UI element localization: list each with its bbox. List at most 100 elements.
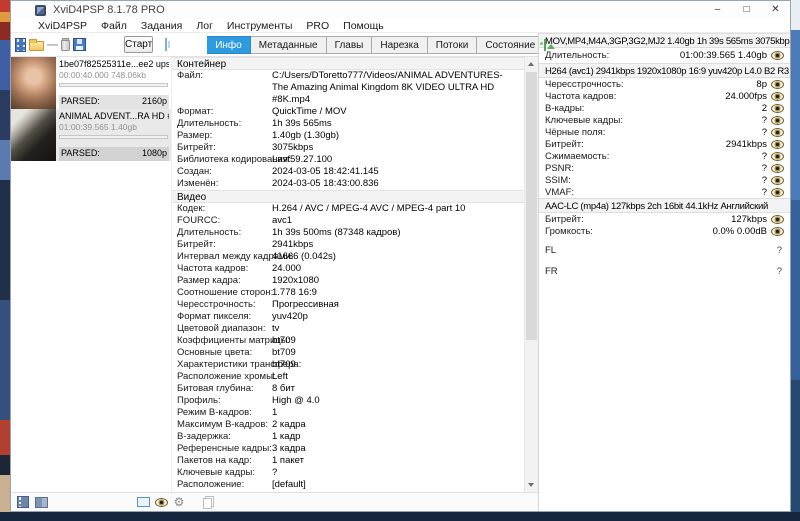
eye-icon[interactable]	[771, 103, 784, 113]
floppy-save-icon	[73, 38, 86, 51]
copy-info-button[interactable]	[199, 494, 215, 510]
menu-item[interactable]: Лог	[189, 19, 220, 33]
progress-bar	[59, 83, 168, 87]
file-list-item[interactable]: 1be07f82525311e...ee2 upscaled.jpg 00:00…	[11, 57, 171, 109]
start-button[interactable]: Старт	[124, 36, 154, 53]
output-video-header: H264 (avc1) 2941kbps 1920x1080p 16:9 yuv…	[539, 63, 790, 78]
settings-button[interactable]: ⚙	[171, 494, 187, 510]
info-label: Размер:	[177, 130, 213, 141]
scroll-down-button[interactable]	[525, 478, 538, 492]
minus-icon: —	[47, 38, 58, 51]
eye-icon[interactable]	[771, 127, 784, 137]
film-copy-button[interactable]	[33, 494, 49, 510]
minimize-button[interactable]: –	[703, 1, 732, 19]
section-header-container: Контейнер	[172, 57, 524, 70]
info-row: Цветовой диапазон: tv	[172, 323, 524, 335]
remove-item-button[interactable]: —	[47, 36, 58, 54]
output-row: Битрейт: 127kbps	[539, 213, 790, 225]
info-label: Изменён:	[177, 178, 219, 189]
output-audio-rows: Битрейт: 127kbps Громкость: 0.0% 0.00dB	[539, 213, 790, 237]
output-panel: MOV,MP4,M4A,3GP,3G2,MJ2 1.40gb 1h 39s 56…	[538, 33, 790, 511]
menu-item[interactable]: Помощь	[336, 19, 391, 33]
info-value: 1 кадр	[272, 431, 301, 442]
info-label: Битрейт:	[177, 239, 216, 250]
info-row: Расположение хромы: Left	[172, 371, 524, 383]
eye-icon[interactable]	[771, 91, 784, 101]
preview-window-button[interactable]	[165, 38, 171, 51]
tab[interactable]: Нарезка	[372, 35, 428, 54]
info-label: Битовая глубина:	[177, 383, 254, 394]
tab[interactable]: Инфо	[207, 35, 251, 54]
output-label: Громкость:	[545, 225, 593, 237]
eye-icon[interactable]	[771, 214, 784, 224]
output-row: PSNR: ?	[539, 162, 790, 174]
tab[interactable]: Состояние	[477, 35, 545, 54]
output-row: VMAF: ?	[539, 186, 790, 198]
info-row: Коэффициенты матрицы: bt709	[172, 335, 524, 347]
file-list-item-selected[interactable]: ANIMAL ADVENT...RA HD #8K.mp4 01:00:39.5…	[11, 109, 171, 161]
menu-item[interactable]: PRO	[299, 19, 336, 33]
eye-icon[interactable]	[771, 151, 784, 161]
info-value: C:/Users/DToretto777/Videos/ANIMAL ADVEN…	[272, 70, 503, 105]
info-row: Ключевые кадры: ?	[172, 467, 524, 479]
close-button[interactable]: ✕	[761, 1, 790, 19]
info-value: 1920x1080	[272, 275, 320, 286]
info-label: Расположение хромы:	[177, 371, 276, 382]
app-icon	[35, 4, 46, 16]
tab[interactable]: Потоки	[427, 35, 478, 54]
eye-icon[interactable]	[771, 163, 784, 173]
file-meta: 00:00:40.000 748.06kb	[59, 70, 146, 80]
info-value: 1 пакет	[272, 455, 304, 466]
output-value: 2	[761, 102, 767, 114]
film-copy-icon	[34, 496, 48, 508]
eye-icon[interactable]	[771, 175, 784, 185]
eye-icon[interactable]	[771, 51, 784, 60]
output-row: B-кадры: 2	[539, 102, 790, 114]
progress-bar	[59, 135, 168, 139]
info-row: Файл: C:/Users/DToretto777/Videos/ANIMAL…	[172, 70, 524, 106]
menu-item[interactable]: Инструменты	[220, 19, 299, 33]
tab[interactable]: Метаданные	[250, 35, 327, 54]
info-row: Битрейт: 3075kbps	[172, 142, 524, 154]
arrow-down-icon	[528, 483, 534, 487]
scrollbar-thumb[interactable]	[526, 72, 537, 340]
trash-icon	[61, 38, 70, 51]
info-label: Коэффициенты матрицы:	[177, 335, 291, 346]
eye-icon[interactable]	[771, 79, 784, 89]
vertical-scrollbar[interactable]	[524, 57, 538, 492]
save-button[interactable]	[73, 36, 86, 54]
info-row: Расположение: [default]	[172, 479, 524, 491]
add-video-button[interactable]	[15, 36, 26, 54]
eye-icon[interactable]	[771, 226, 784, 236]
info-row: Референсные кадры: 3 кадра	[172, 443, 524, 455]
menu-item[interactable]: XviD4PSP	[31, 19, 94, 33]
info-value: 1	[272, 407, 278, 418]
output-row: Ключевые кадры: ?	[539, 114, 790, 126]
info-label: Чересстрочность:	[177, 299, 256, 310]
tab[interactable]: Главы	[326, 35, 373, 54]
info-label: Основные цвета:	[177, 347, 253, 358]
visibility-button[interactable]	[153, 494, 169, 510]
info-row: Битовая глубина: 8 бит	[172, 383, 524, 395]
screenshot-button[interactable]	[540, 38, 556, 51]
eye-icon[interactable]	[771, 139, 784, 149]
open-file-button[interactable]	[29, 36, 44, 54]
desktop-background-left	[0, 0, 10, 512]
eye-icon[interactable]	[771, 187, 784, 197]
eye-icon[interactable]	[771, 115, 784, 125]
scroll-up-button[interactable]	[525, 57, 538, 71]
film-strip-button[interactable]	[15, 494, 31, 510]
parse-status-row: PARSED: 1080p	[59, 147, 169, 161]
menu-item[interactable]: Задания	[134, 19, 190, 33]
delete-button[interactable]	[61, 36, 70, 54]
info-label: Формат пикселя:	[177, 311, 252, 322]
preview-monitor-button[interactable]	[135, 494, 151, 510]
info-row: Чересстрочность: Прогрессивная	[172, 299, 524, 311]
info-row: Длительность: 1h 39s 500ms (87348 кадров…	[172, 227, 524, 239]
info-row: Длительность: 1h 39s 565ms	[172, 118, 524, 130]
maximize-button[interactable]: □	[732, 1, 761, 19]
info-value: H.264 / AVC / MPEG-4 AVC / MPEG-4 part 1…	[272, 203, 466, 214]
info-label: Профиль:	[177, 395, 221, 406]
file-list: 1be07f82525311e...ee2 upscaled.jpg 00:00…	[11, 57, 171, 492]
menu-item[interactable]: Файл	[94, 19, 134, 33]
